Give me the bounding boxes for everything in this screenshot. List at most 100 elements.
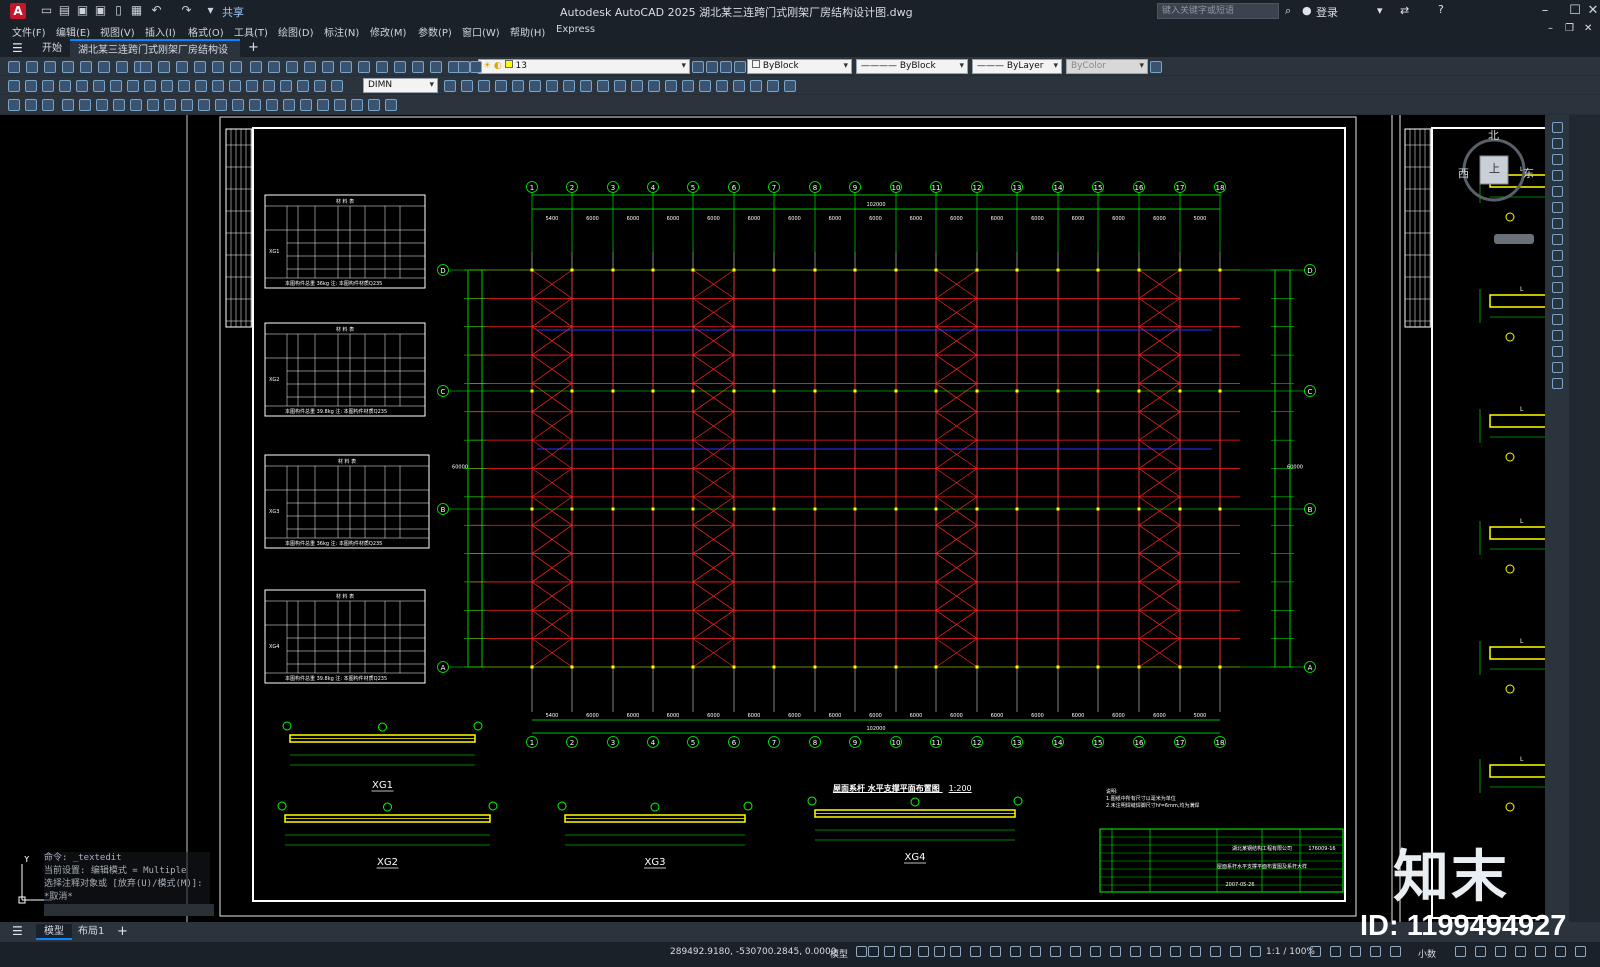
nav-tool-icon[interactable] — [1552, 122, 1563, 133]
draw-tool-icon[interactable] — [42, 99, 54, 111]
status-toggle-icon[interactable] — [1535, 946, 1546, 957]
dimension-tool-icon[interactable] — [59, 80, 71, 92]
status-toggle-icon[interactable] — [934, 946, 945, 957]
viewcube-west[interactable]: 西 — [1458, 165, 1469, 181]
draw-tool-icon[interactable] — [181, 99, 193, 111]
draw-tool-icon[interactable] — [113, 99, 125, 111]
standard-tool-icon[interactable] — [706, 61, 718, 73]
standard-tool-icon[interactable] — [720, 61, 732, 73]
standard-tool-icon[interactable] — [26, 61, 38, 73]
dimension-tool-icon[interactable] — [263, 80, 275, 92]
standard-tool-icon[interactable] — [44, 61, 56, 73]
status-toggle-icon[interactable] — [1090, 946, 1101, 957]
dimension-tool-icon[interactable] — [682, 80, 694, 92]
draw-tool-icon[interactable] — [351, 99, 363, 111]
draw-tool-icon[interactable] — [8, 99, 20, 111]
tab-layout1[interactable]: 布局1 — [70, 924, 112, 940]
standard-tool-icon[interactable] — [268, 61, 280, 73]
nav-tool-icon[interactable] — [1552, 298, 1563, 309]
status-toggle-icon[interactable] — [1475, 946, 1486, 957]
dimension-tool-icon[interactable] — [444, 80, 456, 92]
dimension-tool-icon[interactable] — [331, 80, 343, 92]
new-file-icon[interactable]: ▭ — [40, 4, 53, 17]
status-toggle-icon[interactable] — [1230, 946, 1241, 957]
color-dropdown[interactable]: ByBlock ▾ — [747, 59, 852, 74]
layer-dropdown[interactable]: ☀ ◐ 13 ▾ — [478, 59, 690, 74]
status-toggle-icon[interactable] — [1010, 946, 1021, 957]
menu-file[interactable]: 文件(F) — [12, 24, 46, 39]
annotation-scale[interactable]: 1:1 / 100% — [1266, 947, 1315, 957]
draw-tool-icon[interactable] — [232, 99, 244, 111]
status-toggle-icon[interactable] — [1330, 946, 1341, 957]
cart-icon[interactable]: ▾ — [1377, 4, 1383, 17]
units-readout[interactable]: 小数 — [1418, 947, 1436, 960]
nav-tool-icon[interactable] — [1552, 362, 1563, 373]
menu-format[interactable]: 格式(O) — [188, 24, 224, 39]
dimension-tool-icon[interactable] — [297, 80, 309, 92]
standard-tool-icon[interactable] — [8, 61, 20, 73]
dimension-tool-icon[interactable] — [784, 80, 796, 92]
standard-tool-icon[interactable] — [158, 61, 170, 73]
doc-close-icon[interactable]: ✕ — [1584, 23, 1592, 34]
menu-view[interactable]: 视图(V) — [100, 24, 135, 39]
plotstyle-tool-icon[interactable] — [1150, 61, 1162, 73]
standard-tool-icon[interactable] — [230, 61, 242, 73]
standard-tool-icon[interactable] — [692, 61, 704, 73]
status-toggle-icon[interactable] — [1210, 946, 1221, 957]
dimension-tool-icon[interactable] — [161, 80, 173, 92]
quick-access-dropdown-icon[interactable]: ▾ — [204, 4, 217, 17]
dimension-tool-icon[interactable] — [178, 80, 190, 92]
draw-tool-icon[interactable] — [215, 99, 227, 111]
status-toggle-icon[interactable] — [1150, 946, 1161, 957]
viewcube-east[interactable]: 东 — [1523, 165, 1534, 181]
menu-tools[interactable]: 工具(T) — [234, 24, 268, 39]
plotstyle-dropdown[interactable]: ByColor ▾ — [1066, 59, 1148, 74]
status-toggle-icon[interactable] — [918, 946, 929, 957]
status-toggle-icon[interactable] — [1575, 946, 1586, 957]
web-mobile-icon[interactable]: ▯ — [112, 4, 125, 17]
dimension-tool-icon[interactable] — [110, 80, 122, 92]
dimension-tool-icon[interactable] — [733, 80, 745, 92]
status-toggle-icon[interactable] — [1455, 946, 1466, 957]
status-toggle-icon[interactable] — [1170, 946, 1181, 957]
dimension-tool-icon[interactable] — [8, 80, 20, 92]
roof-brace-plan[interactable]: 102000 102000 5400 5400 6000 6000 6000 6000 6000… — [437, 181, 1316, 748]
dimension-tool-icon[interactable] — [767, 80, 779, 92]
nav-tool-icon[interactable] — [1552, 170, 1563, 181]
standard-tool-icon[interactable] — [470, 61, 482, 73]
standard-tool-icon[interactable] — [140, 61, 152, 73]
save-icon[interactable]: ▣ — [76, 4, 89, 17]
status-toggle-icon[interactable] — [1370, 946, 1381, 957]
linetype-dropdown[interactable]: ———— ByBlock ▾ — [856, 59, 968, 74]
menu-express[interactable]: Express — [556, 24, 595, 35]
plot-icon[interactable]: ▦ — [130, 4, 143, 17]
draw-tool-icon[interactable] — [96, 99, 108, 111]
status-toggle-icon[interactable] — [970, 946, 981, 957]
menu-parametric[interactable]: 参数(P) — [418, 24, 452, 39]
menu-modify[interactable]: 修改(M) — [370, 24, 406, 39]
standard-tool-icon[interactable] — [194, 61, 206, 73]
tab-start[interactable]: 开始 — [34, 39, 70, 58]
dimension-tool-icon[interactable] — [229, 80, 241, 92]
viewcube-north[interactable]: 北 — [1488, 127, 1499, 143]
application-menu-button[interactable]: A — [10, 3, 26, 19]
dimension-tool-icon[interactable] — [495, 80, 507, 92]
standard-tool-icon[interactable] — [358, 61, 370, 73]
draw-tool-icon[interactable] — [25, 99, 37, 111]
menu-draw[interactable]: 绘图(D) — [278, 24, 314, 39]
nav-tool-icon[interactable] — [1552, 234, 1563, 245]
dimension-tool-icon[interactable] — [280, 80, 292, 92]
standard-tool-icon[interactable] — [212, 61, 224, 73]
layout-menu-icon[interactable]: ☰ — [12, 924, 23, 938]
standard-tool-icon[interactable] — [176, 61, 188, 73]
coordinates-readout[interactable]: 289492.9180, -530700.2845, 0.0000 — [670, 947, 836, 957]
status-toggle-icon[interactable] — [900, 946, 911, 957]
nav-tool-icon[interactable] — [1552, 282, 1563, 293]
standard-tool-icon[interactable] — [412, 61, 424, 73]
status-toggle-icon[interactable] — [1555, 946, 1566, 957]
draw-tool-icon[interactable] — [317, 99, 329, 111]
dimension-tool-icon[interactable] — [699, 80, 711, 92]
status-toggle-icon[interactable] — [1110, 946, 1121, 957]
dimension-tool-icon[interactable] — [195, 80, 207, 92]
status-toggle-icon[interactable] — [868, 946, 879, 957]
